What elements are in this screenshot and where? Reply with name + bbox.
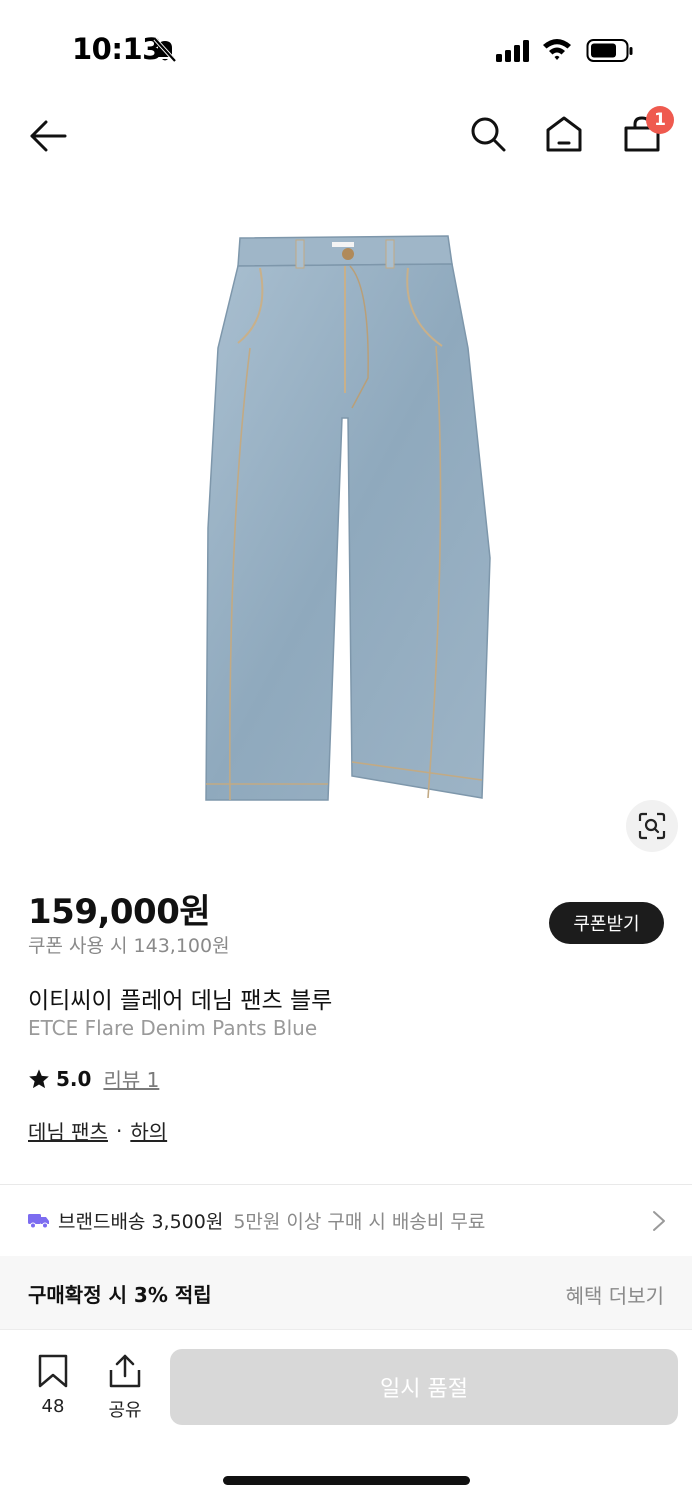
search-button[interactable] xyxy=(464,110,512,158)
back-button[interactable] xyxy=(24,112,72,160)
image-search-button[interactable] xyxy=(626,800,678,852)
chevron-right-icon xyxy=(652,1210,666,1236)
share-button[interactable]: 공유 xyxy=(98,1354,152,1424)
category-separator: · xyxy=(115,1118,123,1143)
product-title-english: ETCE Flare Denim Pants Blue xyxy=(28,1016,318,1040)
status-time: 10:13 xyxy=(72,32,162,66)
benefit-row: 구매확정 시 3% 적립 혜택 더보기 xyxy=(0,1256,692,1330)
benefit-title: 구매확정 시 3% 적립 xyxy=(28,1282,212,1307)
soldout-button[interactable]: 일시 품절 xyxy=(170,1349,678,1425)
lens-search-icon xyxy=(638,812,666,840)
review-link[interactable]: 리뷰 1 xyxy=(103,1064,159,1093)
coupon-price: 쿠폰 사용 시 143,100원 xyxy=(28,935,230,957)
bell-off-icon xyxy=(152,36,178,68)
shipping-fee: 브랜드배송 3,500원 xyxy=(58,1210,224,1233)
home-indicator xyxy=(223,1476,470,1485)
rating-value: 5.0 xyxy=(56,1066,92,1091)
status-bar: 10:13 xyxy=(0,0,692,100)
wifi-icon xyxy=(541,37,573,65)
coupon-button[interactable]: 쿠폰받기 xyxy=(549,902,664,944)
wishlist-count: 48 xyxy=(41,1396,65,1417)
shipping-info-row[interactable]: 브랜드배송 3,500원 5만원 이상 구매 시 배송비 무료 xyxy=(0,1186,692,1254)
product-title-korean: 이티씨이 플레어 데님 팬츠 블루 xyxy=(28,988,333,1014)
share-icon xyxy=(109,1354,141,1388)
signal-icon xyxy=(496,40,532,66)
bookmark-icon xyxy=(38,1354,68,1388)
benefit-more-link[interactable]: 혜택 더보기 xyxy=(566,1280,664,1309)
rating-row: 5.0 리뷰 1 xyxy=(28,1064,159,1093)
search-icon xyxy=(471,117,506,152)
home-icon xyxy=(546,116,582,152)
category-breadcrumb: 데님 팬츠 · 하의 xyxy=(28,1116,167,1145)
product-image[interactable] xyxy=(190,228,500,808)
category-link-denim-pants[interactable]: 데님 팬츠 xyxy=(28,1116,108,1145)
home-button[interactable] xyxy=(540,110,588,158)
cart-count-badge: 1 xyxy=(646,106,674,134)
divider xyxy=(0,1184,692,1185)
battery-icon xyxy=(586,38,634,68)
wishlist-button[interactable]: 48 xyxy=(26,1354,80,1424)
star-icon xyxy=(29,1068,49,1088)
top-nav-bar xyxy=(0,100,692,170)
share-label: 공유 xyxy=(108,1400,142,1421)
free-shipping-condition: 5만원 이상 구매 시 배송비 무료 xyxy=(233,1210,486,1233)
back-arrow-icon xyxy=(30,120,67,152)
product-price: 159,000원 xyxy=(28,892,211,932)
category-link-bottoms[interactable]: 하의 xyxy=(130,1116,167,1145)
bottom-action-bar: 48 공유 일시 품절 xyxy=(0,1330,692,1500)
truck-icon xyxy=(28,1211,50,1229)
